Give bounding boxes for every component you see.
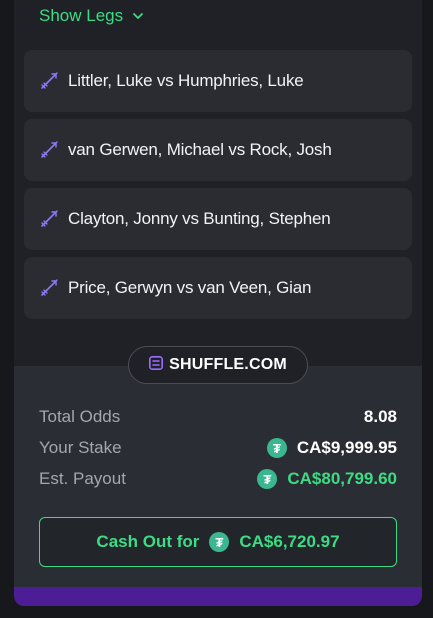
show-legs-label: Show Legs [39, 6, 124, 25]
dart-icon [38, 208, 60, 230]
tether-icon: ₮ [257, 469, 278, 489]
your-stake-row: Your Stake ₮ CA$9,999.95 [39, 436, 397, 460]
leg-item[interactable]: van Gerwen, Michael vs Rock, Josh [24, 119, 412, 181]
total-odds-row: Total Odds 8.08 [39, 405, 397, 429]
dart-icon [38, 277, 60, 299]
shuffle-logo-icon [149, 355, 164, 375]
est-payout-amount: ₮ CA$80,799.60 [257, 469, 397, 489]
dart-icon [38, 70, 60, 92]
leg-label: Price, Gerwyn vs van Veen, Gian [68, 278, 312, 297]
your-stake-label: Your Stake [39, 438, 122, 457]
chevron-down-icon [131, 9, 145, 23]
tether-icon: ₮ [266, 438, 287, 458]
dart-icon [38, 139, 60, 161]
tether-icon: ₮ [209, 532, 230, 552]
legs-list: Littler, Luke vs Humphries, Luke van Ger… [24, 50, 412, 326]
leg-label: Littler, Luke vs Humphries, Luke [68, 71, 304, 90]
total-odds-value: 8.08 [363, 407, 397, 426]
est-payout-row: Est. Payout ₮ CA$80,799.60 [39, 467, 397, 491]
leg-item[interactable]: Littler, Luke vs Humphries, Luke [24, 50, 412, 112]
cash-out-label: Cash Out for [96, 532, 200, 551]
leg-item[interactable]: Price, Gerwyn vs van Veen, Gian [24, 257, 412, 319]
cash-out-value: CA$6,720.97 [239, 532, 340, 551]
est-payout-value: CA$80,799.60 [287, 469, 397, 488]
est-payout-label: Est. Payout [39, 469, 126, 488]
leg-label: van Gerwen, Michael vs Rock, Josh [68, 140, 332, 159]
your-stake-value: CA$9,999.95 [296, 438, 397, 457]
bottom-accent-bar [14, 587, 422, 606]
leg-item[interactable]: Clayton, Jonny vs Bunting, Stephen [24, 188, 412, 250]
leg-label: Clayton, Jonny vs Bunting, Stephen [68, 209, 331, 228]
cash-out-button[interactable]: Cash Out for ₮ CA$6,720.97 [39, 517, 397, 567]
total-odds-label: Total Odds [39, 407, 121, 426]
show-legs-toggle[interactable]: Show Legs [39, 5, 145, 27]
bet-slip-card: Show Legs Littler, Luke vs Humphries, Lu… [14, 0, 422, 606]
brand-text: SHUFFLE.COM [169, 356, 287, 373]
brand-badge: SHUFFLE.COM [128, 346, 308, 384]
your-stake-amount: ₮ CA$9,999.95 [266, 438, 397, 458]
